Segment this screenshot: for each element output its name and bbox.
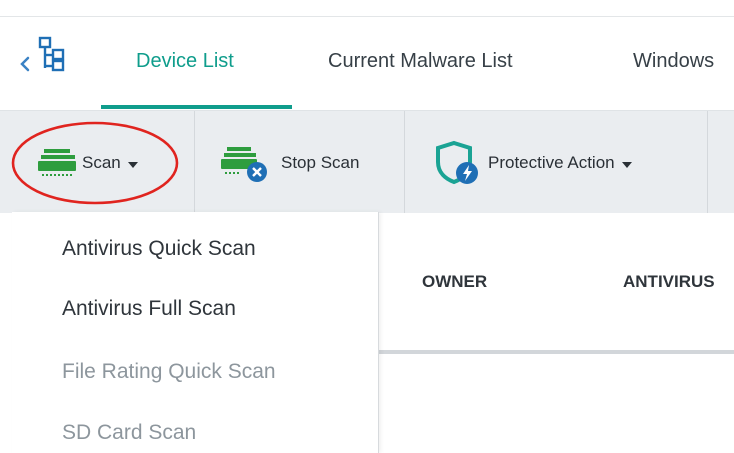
menu-item-sd-card-scan: SD Card Scan	[62, 421, 197, 444]
shield-bolt-icon	[436, 140, 478, 185]
menu-item-antivirus-full-scan[interactable]: Antivirus Full Scan	[62, 297, 236, 321]
stop-scan-button[interactable]: Stop Scan	[221, 138, 359, 188]
protective-action-label: Protective Action	[488, 153, 615, 172]
protective-action-button[interactable]: Protective Action	[434, 138, 632, 188]
active-tab-indicator	[101, 105, 292, 109]
tab-device-list[interactable]: Device List	[136, 50, 234, 73]
toolbar-separator	[404, 111, 405, 213]
tab-current-malware-list[interactable]: Current Malware List	[328, 50, 513, 73]
stop-scan-icon	[221, 147, 267, 182]
menu-item-file-rating-quick-scan: File Rating Quick Scan	[62, 360, 276, 383]
tree-toggle-button[interactable]	[18, 36, 65, 88]
column-header-antivirus[interactable]: ANTIVIRUS	[623, 272, 715, 292]
toolbar-separator	[194, 111, 195, 213]
table-body	[379, 354, 734, 453]
stop-scan-label: Stop Scan	[281, 153, 360, 172]
device-tree-icon	[38, 36, 65, 72]
highlight-circle	[11, 121, 179, 205]
app-frame: Device List Current Malware List Windows…	[0, 0, 734, 453]
tab-windows[interactable]: Windows	[633, 50, 714, 73]
top-strip	[0, 0, 734, 17]
toolbar-separator	[707, 111, 708, 213]
caret-down-icon	[621, 161, 632, 168]
menu-item-antivirus-quick-scan[interactable]: Antivirus Quick Scan	[62, 237, 256, 261]
column-header-owner[interactable]: OWNER	[422, 272, 487, 292]
